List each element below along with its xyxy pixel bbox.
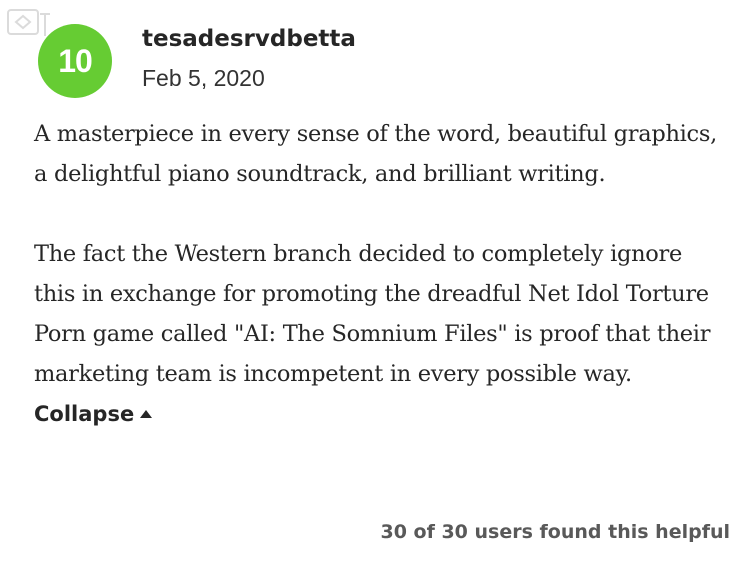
user-score-badge: 10 [38, 24, 112, 98]
collapse-label: Collapse [34, 402, 135, 426]
review-header: 10 tesadesrvdbetta Feb 5, 2020 [38, 24, 356, 98]
review-body: A masterpiece in every sense of the word… [34, 114, 724, 434]
helpful-count: 30 of 30 users found this helpful [380, 521, 730, 543]
user-review-card: 10 tesadesrvdbetta Feb 5, 2020 A masterp… [0, 0, 750, 573]
review-paragraph: The fact the Western branch decided to c… [34, 234, 724, 434]
user-score-value: 10 [58, 42, 93, 79]
review-paragraph-text: The fact the Western branch decided to c… [34, 241, 711, 387]
review-date: Feb 5, 2020 [142, 65, 265, 91]
reviewer-username[interactable]: tesadesrvdbetta [142, 24, 356, 54]
caret-up-icon [140, 410, 153, 418]
review-meta: tesadesrvdbetta Feb 5, 2020 [142, 24, 356, 93]
collapse-button[interactable]: Collapse [34, 402, 153, 426]
review-paragraph: A masterpiece in every sense of the word… [34, 121, 717, 187]
